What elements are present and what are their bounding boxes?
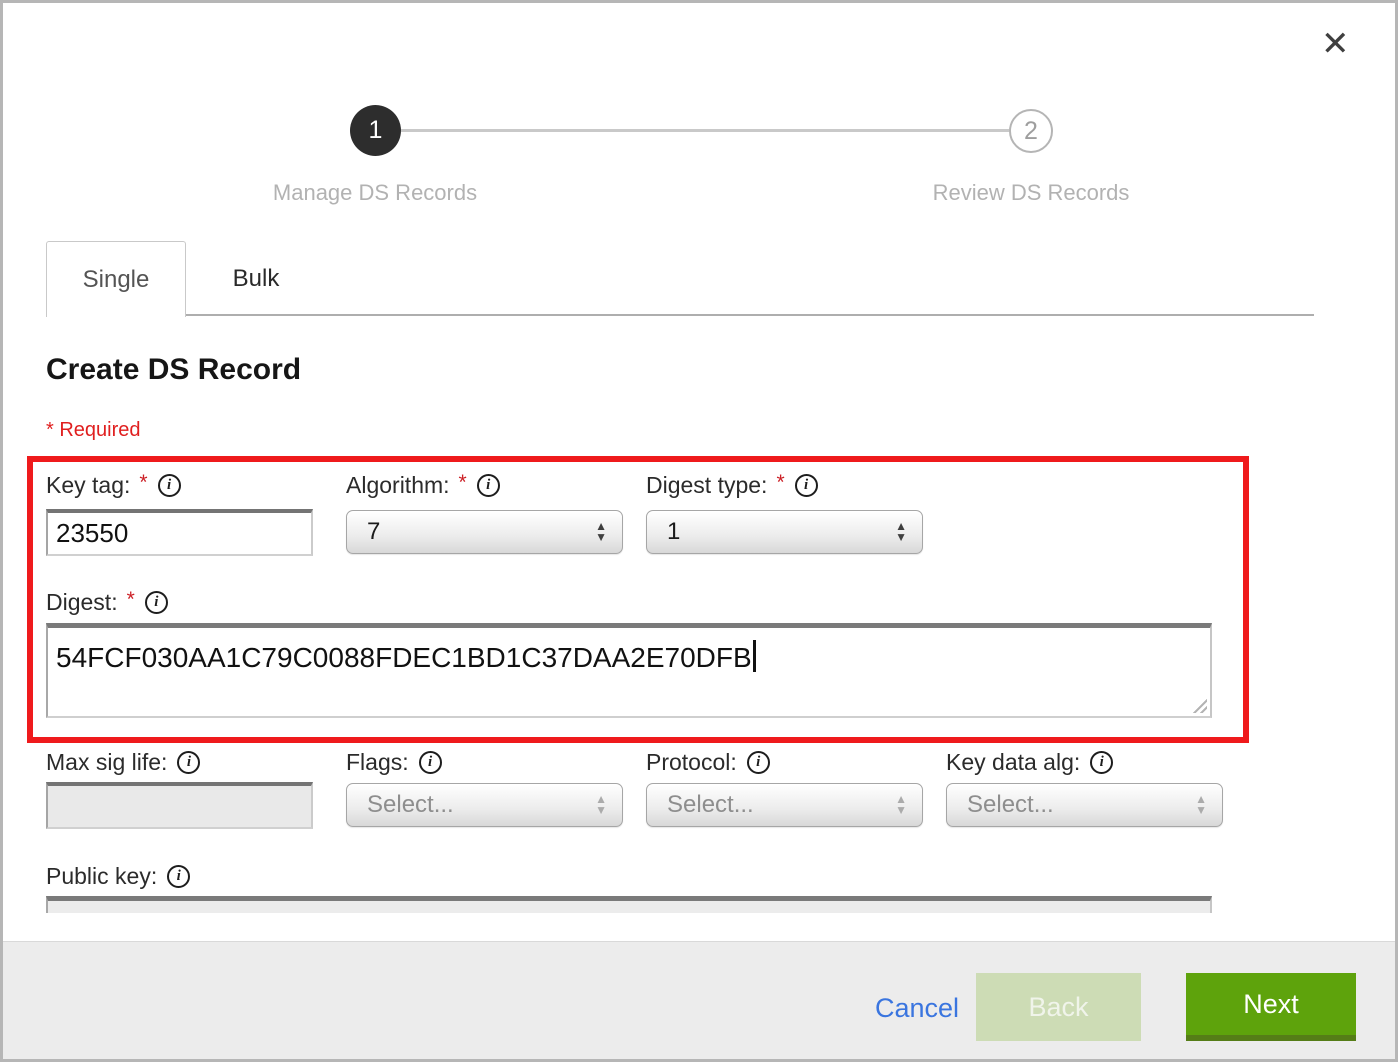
arrow-down-icon: ▼ [595, 805, 607, 816]
protocol-label: Protocol: [646, 749, 737, 776]
info-icon[interactable]: i [145, 591, 168, 614]
tabs-underline [186, 314, 1314, 316]
flags-label: Flags: [346, 749, 409, 776]
digest-value: 54FCF030AA1C79C0088FDEC1BD1C37DAA2E70DFB [56, 642, 752, 673]
tab-bulk[interactable]: Bulk [186, 241, 326, 317]
page-title: Create DS Record [46, 353, 301, 387]
arrow-down-icon: ▼ [895, 532, 907, 543]
required-asterisk: * [776, 471, 784, 495]
algorithm-label-row: Algorithm: * i [346, 470, 500, 500]
chevron-updown-icon: ▲ ▼ [595, 521, 607, 543]
algorithm-label: Algorithm: [346, 472, 450, 499]
protocol-label-row: Protocol: i [646, 747, 770, 777]
required-asterisk: * [139, 471, 147, 495]
public-key-textarea[interactable] [46, 896, 1212, 913]
flags-select-value: Select... [347, 791, 595, 819]
chevron-updown-icon: ▲ ▼ [895, 521, 907, 543]
protocol-select[interactable]: Select... ▲ ▼ [646, 783, 923, 827]
info-icon[interactable]: i [795, 474, 818, 497]
arrow-down-icon: ▼ [895, 805, 907, 816]
chevron-updown-icon: ▲ ▼ [595, 794, 607, 816]
step-number-2: 2 [1024, 117, 1038, 146]
step-circle-1: 1 [350, 105, 401, 156]
key-data-alg-select-value: Select... [947, 791, 1195, 819]
max-sig-life-label-row: Max sig life: i [46, 747, 200, 777]
flags-select[interactable]: Select... ▲ ▼ [346, 783, 623, 827]
chevron-updown-icon: ▲ ▼ [1195, 794, 1207, 816]
create-ds-record-modal: ✕ 1 2 Manage DS Records Review DS Record… [0, 0, 1398, 1062]
cancel-link[interactable]: Cancel [875, 993, 959, 1024]
arrow-down-icon: ▼ [595, 532, 607, 543]
info-icon[interactable]: i [1090, 751, 1113, 774]
max-sig-life-input[interactable] [46, 782, 313, 829]
digest-type-select[interactable]: 1 ▲ ▼ [646, 510, 923, 554]
info-icon[interactable]: i [477, 474, 500, 497]
digest-label-row: Digest: * i [46, 587, 168, 617]
info-icon[interactable]: i [158, 474, 181, 497]
key-data-alg-label-row: Key data alg: i [946, 747, 1113, 777]
next-button[interactable]: Next [1186, 973, 1356, 1041]
algorithm-select-value: 7 [347, 518, 595, 546]
info-icon[interactable]: i [167, 865, 190, 888]
info-icon[interactable]: i [419, 751, 442, 774]
tab-single[interactable]: Single [46, 241, 186, 317]
public-key-label-row: Public key: i [46, 861, 190, 891]
step-label-manage-ds-records: Manage DS Records [175, 180, 575, 206]
info-icon[interactable]: i [177, 751, 200, 774]
key-data-alg-select[interactable]: Select... ▲ ▼ [946, 783, 1223, 827]
arrow-down-icon: ▼ [1195, 805, 1207, 816]
digest-type-select-value: 1 [647, 518, 895, 546]
key-tag-input[interactable] [46, 509, 313, 556]
step-circle-2: 2 [1009, 109, 1053, 153]
required-asterisk: * [127, 588, 135, 612]
digest-type-label: Digest type: [646, 472, 767, 499]
digest-label: Digest: [46, 589, 118, 616]
back-button[interactable]: Back [976, 973, 1141, 1041]
required-note: * Required [46, 419, 141, 442]
flags-label-row: Flags: i [346, 747, 442, 777]
text-cursor [753, 640, 756, 672]
info-icon[interactable]: i [747, 751, 770, 774]
step-label-review-ds-records: Review DS Records [831, 180, 1231, 206]
algorithm-select[interactable]: 7 ▲ ▼ [346, 510, 623, 554]
resize-handle-icon[interactable] [1189, 695, 1207, 713]
step-connector [401, 129, 1009, 132]
key-tag-label: Key tag: [46, 472, 130, 499]
digest-textarea[interactable]: 54FCF030AA1C79C0088FDEC1BD1C37DAA2E70DFB [46, 623, 1212, 718]
chevron-updown-icon: ▲ ▼ [895, 794, 907, 816]
key-tag-label-row: Key tag: * i [46, 470, 181, 500]
step-number-1: 1 [369, 116, 383, 145]
digest-type-label-row: Digest type: * i [646, 470, 818, 500]
close-icon[interactable]: ✕ [1321, 27, 1350, 61]
required-asterisk: * [459, 471, 467, 495]
public-key-label: Public key: [46, 863, 157, 890]
protocol-select-value: Select... [647, 791, 895, 819]
max-sig-life-label: Max sig life: [46, 749, 167, 776]
key-data-alg-label: Key data alg: [946, 749, 1080, 776]
